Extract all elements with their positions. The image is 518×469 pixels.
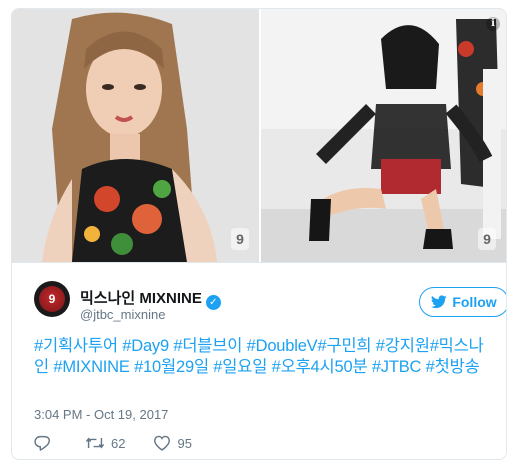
tweet-media[interactable]: 9 i 9	[12, 9, 506, 263]
author-handle[interactable]: @jtbc_mixnine	[80, 307, 165, 322]
avatar-logo: 9	[39, 286, 65, 312]
watermark-logo: 9	[231, 228, 249, 250]
watermark-logo: 9	[478, 228, 496, 250]
tweet-card: 9 i 9 9 믹스나인 MIXNINE ✓ @jtbc_mixnine Fol…	[11, 8, 507, 460]
tweet-actions: 62 95	[34, 433, 220, 453]
follow-button[interactable]: Follow	[419, 287, 506, 317]
twitter-bird-icon	[431, 295, 448, 309]
avatar[interactable]: 9	[34, 281, 70, 317]
follow-button-label: Follow	[452, 294, 497, 310]
author-display-name[interactable]: 믹스나인 MIXNINE	[80, 290, 202, 307]
verified-badge-icon: ✓	[205, 295, 221, 310]
reply-button[interactable]	[34, 435, 57, 451]
photo-2-illustration	[261, 9, 506, 262]
retweet-icon	[85, 437, 105, 449]
reply-icon	[34, 435, 51, 451]
tweet-text[interactable]: #기획사투어 #Day9 #더블브이 #DoubleV#구민희 #강지원#믹스나…	[34, 336, 489, 378]
retweet-count: 62	[111, 435, 126, 451]
tweet-header: 9 믹스나인 MIXNINE ✓ @jtbc_mixnine Follow	[34, 281, 506, 325]
info-icon[interactable]: i	[486, 17, 500, 31]
like-button[interactable]: 95	[153, 435, 192, 451]
like-count: 95	[177, 435, 192, 451]
like-heart-icon	[154, 435, 171, 451]
retweet-button[interactable]: 62	[85, 436, 125, 451]
media-photo-1[interactable]: 9	[12, 9, 259, 262]
tweet-timestamp[interactable]: 3:04 PM - Oct 19, 2017	[34, 407, 168, 422]
media-photo-2[interactable]: i 9	[261, 9, 506, 262]
photo-1-illustration	[12, 9, 259, 262]
